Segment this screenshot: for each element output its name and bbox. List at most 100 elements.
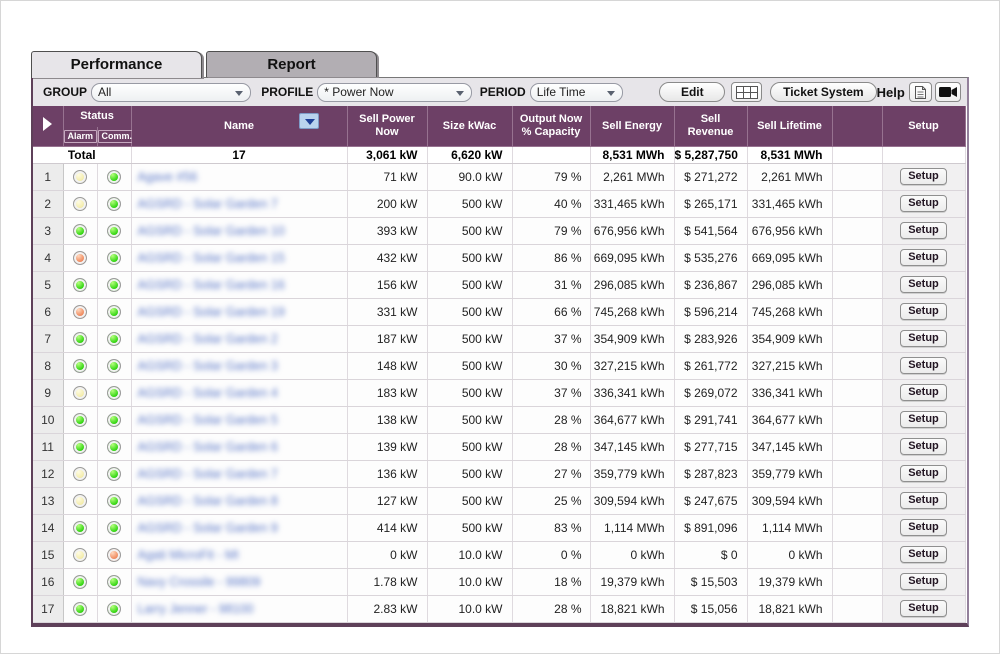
alarm-led-green: [73, 332, 87, 346]
comm-led-green: [107, 602, 121, 616]
sell-lifetime-cell: 354,909 kWh: [747, 325, 832, 352]
setup-button[interactable]: Setup: [900, 330, 947, 347]
header-name[interactable]: Name: [131, 106, 347, 146]
header-status: Status: [63, 106, 131, 127]
header-size-kwac[interactable]: Size kWac: [427, 106, 512, 146]
setup-button[interactable]: Setup: [900, 600, 947, 617]
comm-led-green: [107, 170, 121, 184]
table-grid-icon[interactable]: [731, 82, 762, 102]
site-name-link[interactable]: AGSRD - Solar Garden 10: [138, 224, 285, 238]
alarm-led-yellow: [73, 386, 87, 400]
size-kwac-cell: 500 kW: [427, 487, 512, 514]
total-spacer: [832, 146, 882, 163]
help-label: Help: [877, 85, 905, 100]
alarm-status-cell: [63, 406, 97, 433]
size-kwac-cell: 10.0 kW: [427, 541, 512, 568]
setup-button[interactable]: Setup: [900, 384, 947, 401]
site-name-link[interactable]: AGSRD - Solar Garden 9: [138, 521, 278, 535]
total-size: 6,620 kW: [427, 146, 512, 163]
setup-cell: Setup: [882, 379, 965, 406]
site-name-link[interactable]: AGSRD - Solar Garden 6: [138, 440, 278, 454]
alarm-led-green: [73, 521, 87, 535]
size-kwac-cell: 500 kW: [427, 352, 512, 379]
header-sell-energy[interactable]: Sell Energy: [590, 106, 674, 146]
sell-power-cell: 200 kW: [347, 190, 427, 217]
alarm-status-cell: [63, 595, 97, 622]
expand-arrow-icon[interactable]: [33, 106, 63, 146]
row-number: 5: [33, 271, 63, 298]
site-name-link[interactable]: AGSRD - Solar Garden 7: [138, 467, 278, 481]
site-name-link[interactable]: Larry Jenner - 98100: [138, 602, 254, 616]
header-sell-power[interactable]: Sell Power Now: [347, 106, 427, 146]
sell-revenue-cell: $ 596,214: [674, 298, 747, 325]
site-name-link[interactable]: AGSRD - Solar Garden 15: [138, 251, 285, 265]
setup-button[interactable]: Setup: [900, 438, 947, 455]
sell-lifetime-cell: 0 kWh: [747, 541, 832, 568]
site-name-link[interactable]: AGSRD - Solar Garden 3: [138, 359, 278, 373]
setup-button[interactable]: Setup: [900, 519, 947, 536]
edit-button[interactable]: Edit: [659, 82, 725, 102]
setup-button[interactable]: Setup: [900, 276, 947, 293]
profile-select[interactable]: * Power Now: [317, 83, 471, 102]
row-number: 3: [33, 217, 63, 244]
setup-button[interactable]: Setup: [900, 546, 947, 563]
table-row: 12AGSRD - Solar Garden 7136 kW500 kW27 %…: [33, 460, 965, 487]
setup-cell: Setup: [882, 271, 965, 298]
alarm-led-green: [73, 602, 87, 616]
spacer-cell: [832, 325, 882, 352]
sort-dropdown-icon[interactable]: [299, 113, 319, 129]
tab-report[interactable]: Report: [206, 51, 377, 77]
sell-energy-cell: 676,956 kWh: [590, 217, 674, 244]
setup-button[interactable]: Setup: [900, 303, 947, 320]
site-name-link[interactable]: AGSRD - Solar Garden 16: [138, 278, 285, 292]
name-cell: Agave #56: [131, 163, 347, 190]
header-sell-revenue[interactable]: Sell Revenue: [674, 106, 747, 146]
setup-cell: Setup: [882, 541, 965, 568]
output-capacity-cell: 28 %: [512, 595, 590, 622]
document-icon[interactable]: [909, 82, 932, 102]
site-name-link[interactable]: AGSRD - Solar Garden 8: [138, 494, 278, 508]
performance-table: Status Name Sell Power Now Size kWac Out…: [33, 106, 966, 623]
sell-lifetime-cell: 331,465 kWh: [747, 190, 832, 217]
alarm-led-yellow: [73, 170, 87, 184]
comm-led-green: [107, 224, 121, 238]
video-camera-icon[interactable]: [935, 82, 961, 102]
setup-button[interactable]: Setup: [900, 195, 947, 212]
size-kwac-cell: 500 kW: [427, 190, 512, 217]
site-name-link[interactable]: AGSRD - Solar Garden 4: [138, 386, 278, 400]
comm-led-green: [107, 332, 121, 346]
site-name-link[interactable]: Agati MicroFit - MI: [138, 548, 239, 562]
setup-button[interactable]: Setup: [900, 357, 947, 374]
size-kwac-cell: 500 kW: [427, 406, 512, 433]
tab-performance[interactable]: Performance: [31, 51, 202, 78]
setup-button[interactable]: Setup: [900, 573, 947, 590]
period-select[interactable]: Life Time: [530, 83, 624, 102]
sell-energy-cell: 19,379 kWh: [590, 568, 674, 595]
output-capacity-cell: 25 %: [512, 487, 590, 514]
site-name-link[interactable]: AGSRD - Solar Garden 7: [138, 197, 278, 211]
setup-button[interactable]: Setup: [900, 492, 947, 509]
header-sell-lifetime[interactable]: Sell Lifetime: [747, 106, 832, 146]
setup-button[interactable]: Setup: [900, 465, 947, 482]
site-name-link[interactable]: AGSRD - Solar Garden 19: [138, 305, 285, 319]
table-row: 5AGSRD - Solar Garden 16156 kW500 kW31 %…: [33, 271, 965, 298]
site-name-link[interactable]: Navy Crossile - 99809: [138, 575, 261, 589]
setup-button[interactable]: Setup: [900, 249, 947, 266]
header-spacer: [832, 106, 882, 146]
name-cell: Larry Jenner - 98100: [131, 595, 347, 622]
site-name-link[interactable]: AGSRD - Solar Garden 2: [138, 332, 278, 346]
setup-button[interactable]: Setup: [900, 411, 947, 428]
setup-button[interactable]: Setup: [900, 168, 947, 185]
site-name-link[interactable]: AGSRD - Solar Garden 5: [138, 413, 278, 427]
size-kwac-cell: 500 kW: [427, 460, 512, 487]
table-row: 10AGSRD - Solar Garden 5138 kW500 kW28 %…: [33, 406, 965, 433]
sell-energy-cell: 1,114 MWh: [590, 514, 674, 541]
comm-status-cell: [97, 514, 131, 541]
setup-button[interactable]: Setup: [900, 222, 947, 239]
size-kwac-cell: 500 kW: [427, 217, 512, 244]
group-select[interactable]: All: [91, 83, 251, 102]
sell-energy-cell: 336,341 kWh: [590, 379, 674, 406]
header-output-capacity[interactable]: Output Now % Capacity: [512, 106, 590, 146]
site-name-link[interactable]: Agave #56: [138, 170, 198, 184]
ticket-system-button[interactable]: Ticket System: [770, 82, 877, 102]
